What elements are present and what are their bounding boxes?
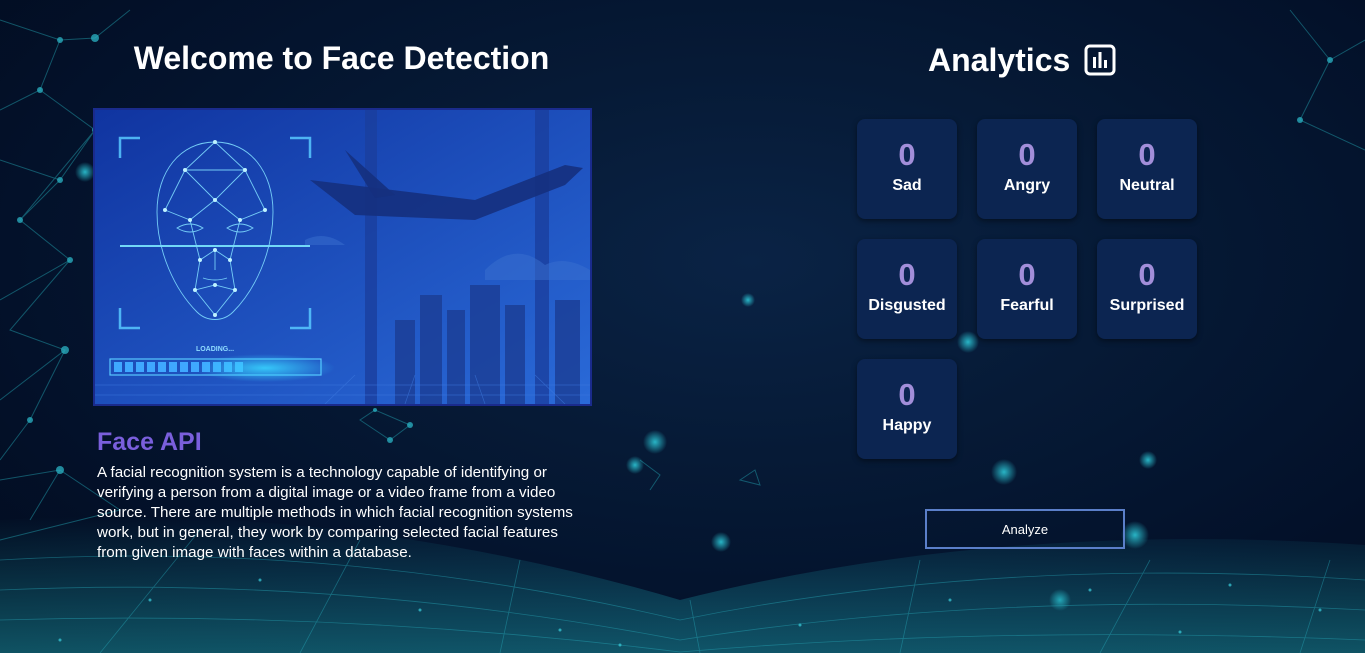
- face-api-description: A facial recognition system is a technol…: [97, 464, 573, 561]
- emotion-card-neutral: 0 Neutral: [1097, 119, 1197, 219]
- loading-text: LOADING...: [196, 346, 234, 353]
- face-recognition-illustration: LOADING...: [93, 108, 592, 406]
- emotion-count: 0: [898, 377, 916, 412]
- emotion-label: Fearful: [1000, 297, 1054, 314]
- emotion-label: Sad: [892, 177, 922, 194]
- bar-chart-icon: [1084, 44, 1116, 76]
- page-title: Welcome to Face Detection: [133, 40, 550, 76]
- emotion-label: Neutral: [1119, 177, 1175, 194]
- emotion-card-angry: 0 Angry: [977, 119, 1077, 219]
- emotion-card-disgusted: 0 Disgusted: [857, 239, 957, 339]
- emotion-count: 0: [1018, 257, 1036, 292]
- emotion-card-surprised: 0 Surprised: [1097, 239, 1197, 339]
- emotion-grid: 0 Sad 0 Angry 0 Neutral 0 Disgusted 0 Fe…: [857, 119, 1197, 459]
- emotion-count: 0: [1138, 137, 1156, 172]
- emotion-label: Disgusted: [868, 297, 946, 314]
- face-api-title: Face API: [97, 428, 202, 456]
- emotion-card-happy: 0 Happy: [857, 359, 957, 459]
- analytics-title: Analytics: [928, 40, 1116, 80]
- emotion-count: 0: [898, 137, 916, 172]
- analytics-title-text: Analytics: [928, 41, 1071, 78]
- emotion-label: Happy: [882, 417, 932, 434]
- emotion-count: 0: [1138, 257, 1156, 292]
- emotion-label: Angry: [1003, 177, 1051, 194]
- emotion-count: 0: [898, 257, 916, 292]
- emotion-label: Surprised: [1109, 297, 1185, 314]
- emotion-card-fearful: 0 Fearful: [977, 239, 1077, 339]
- analyze-button[interactable]: Analyze: [925, 509, 1125, 549]
- emotion-count: 0: [1018, 137, 1036, 172]
- emotion-card-sad: 0 Sad: [857, 119, 957, 219]
